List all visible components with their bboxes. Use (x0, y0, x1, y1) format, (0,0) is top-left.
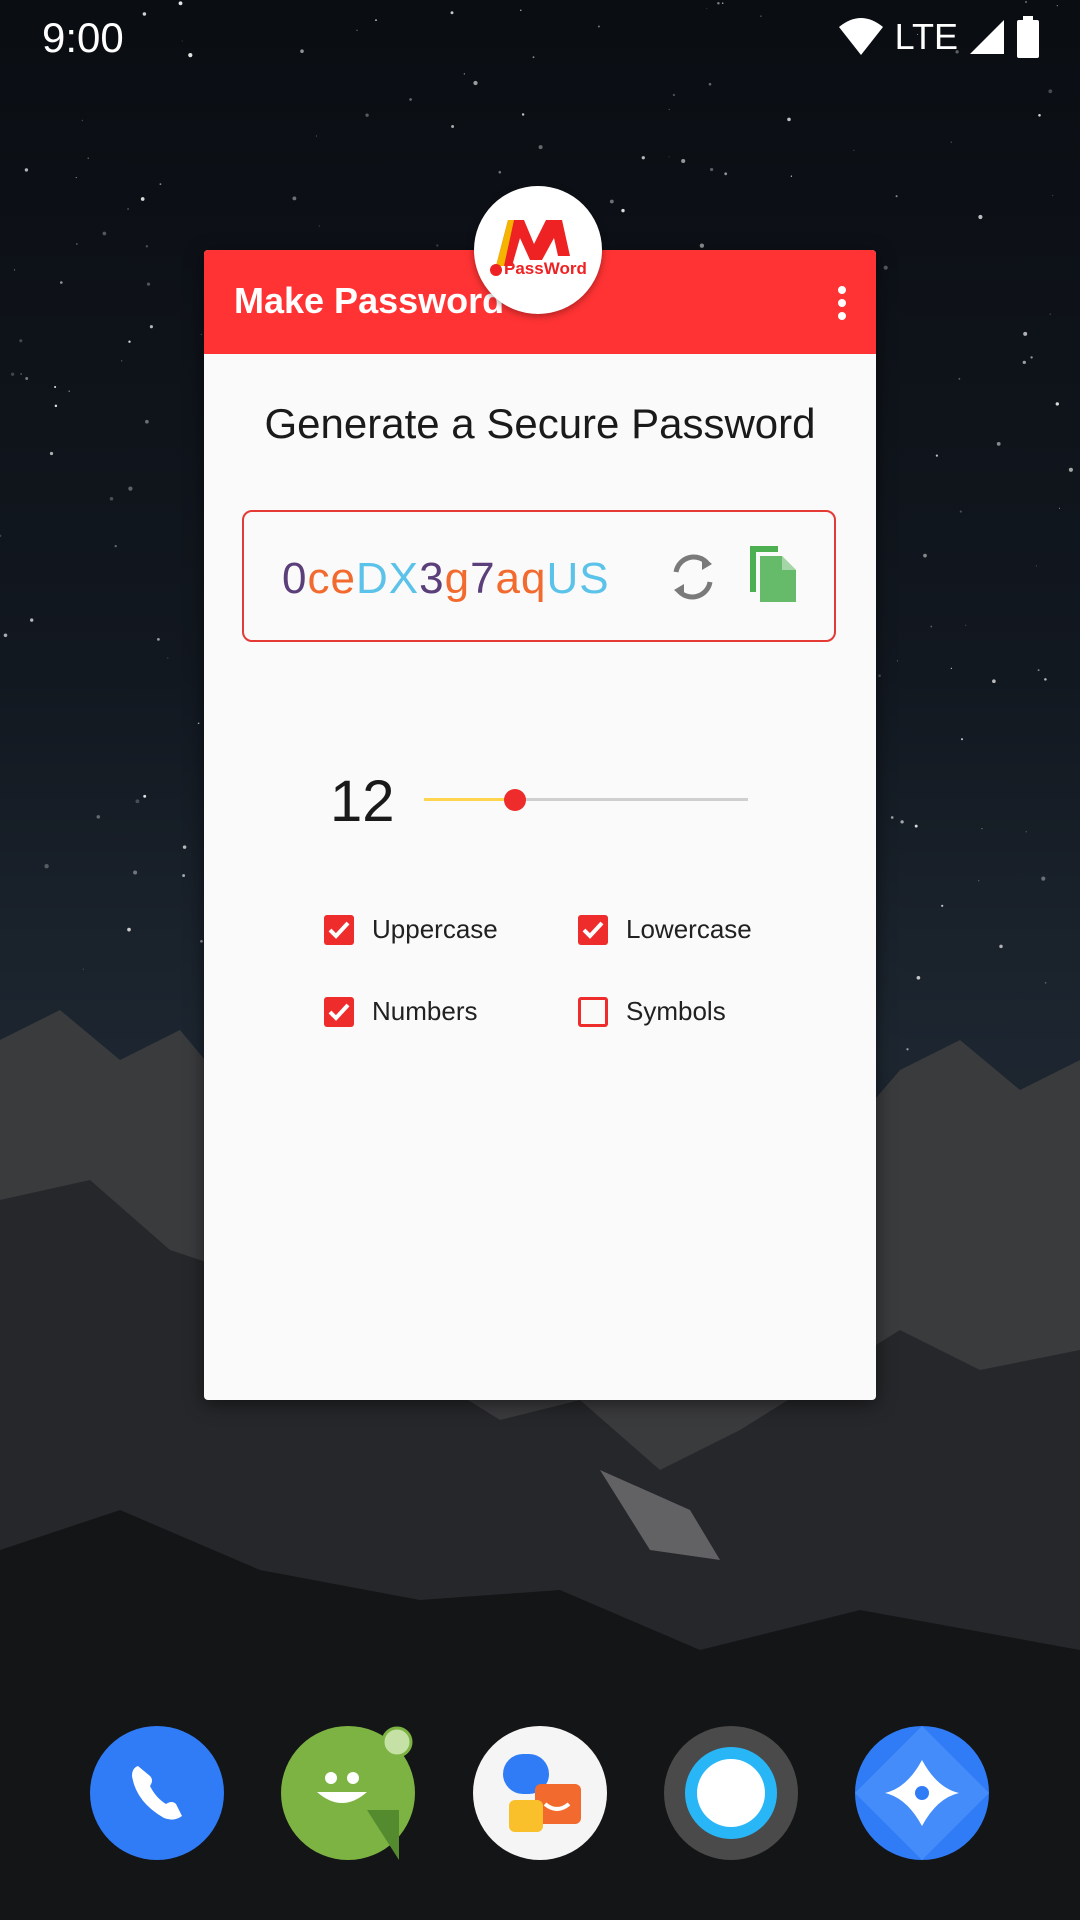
password-segment: aq (495, 554, 547, 603)
status-time: 9:00 (42, 14, 124, 61)
symbols-label: Symbols (626, 996, 726, 1026)
svg-text:PassWord: PassWord (504, 259, 587, 278)
password-segment: g (444, 554, 471, 603)
slider-fill (424, 798, 515, 801)
password-segment: 0 (282, 554, 308, 603)
chat-app-icon[interactable] (473, 1726, 607, 1860)
symbols-option[interactable]: Symbols (578, 996, 726, 1027)
numbers-checkbox[interactable] (324, 996, 354, 1027)
password-length-value: 12 (330, 769, 395, 834)
password-segment: 3 (419, 554, 445, 603)
network-type-label: LTE (894, 16, 958, 57)
lowercase-label: Lowercase (626, 914, 752, 944)
password-length-slider[interactable] (424, 780, 748, 820)
lowercase-checkbox[interactable] (578, 914, 608, 945)
signal-icon (970, 20, 1004, 54)
password-segment: DX (355, 554, 420, 603)
password-segment: ce (307, 554, 356, 603)
password-segment: US (546, 554, 610, 603)
uppercase-label: Uppercase (372, 914, 498, 944)
page-heading: Generate a Secure Password (264, 400, 816, 447)
copy-icon[interactable] (748, 546, 800, 604)
phone-icon[interactable] (90, 1726, 224, 1860)
app-logo: PassWord (474, 186, 602, 314)
status-bar: 9:00 LTE (0, 0, 1080, 72)
lowercase-option[interactable]: Lowercase (578, 914, 752, 945)
numbers-label: Numbers (372, 996, 478, 1026)
more-options-icon[interactable] (836, 286, 848, 320)
numbers-option[interactable]: Numbers (324, 996, 477, 1027)
camera-icon[interactable] (664, 1726, 798, 1860)
symbols-checkbox[interactable] (578, 996, 608, 1027)
slider-thumb[interactable] (503, 789, 526, 811)
generated-password[interactable]: 0ceDX3g7aqUS (282, 554, 610, 604)
app-title: Make Password (234, 280, 505, 321)
refresh-icon[interactable] (666, 550, 720, 604)
battery-icon (1017, 16, 1039, 58)
wifi-icon (838, 18, 883, 55)
password-display: 0ceDX3g7aqUS (242, 510, 836, 642)
assistant-icon[interactable] (855, 1726, 989, 1860)
uppercase-checkbox[interactable] (324, 914, 354, 945)
uppercase-option[interactable]: Uppercase (324, 914, 498, 945)
messaging-icon[interactable] (281, 1726, 415, 1860)
logo-graphic: PassWord (490, 220, 587, 278)
status-icons: LTE (837, 16, 1040, 58)
password-generator-card: Make Password PassWord Generate a Secure… (204, 186, 876, 1400)
password-segment: 7 (470, 554, 496, 603)
